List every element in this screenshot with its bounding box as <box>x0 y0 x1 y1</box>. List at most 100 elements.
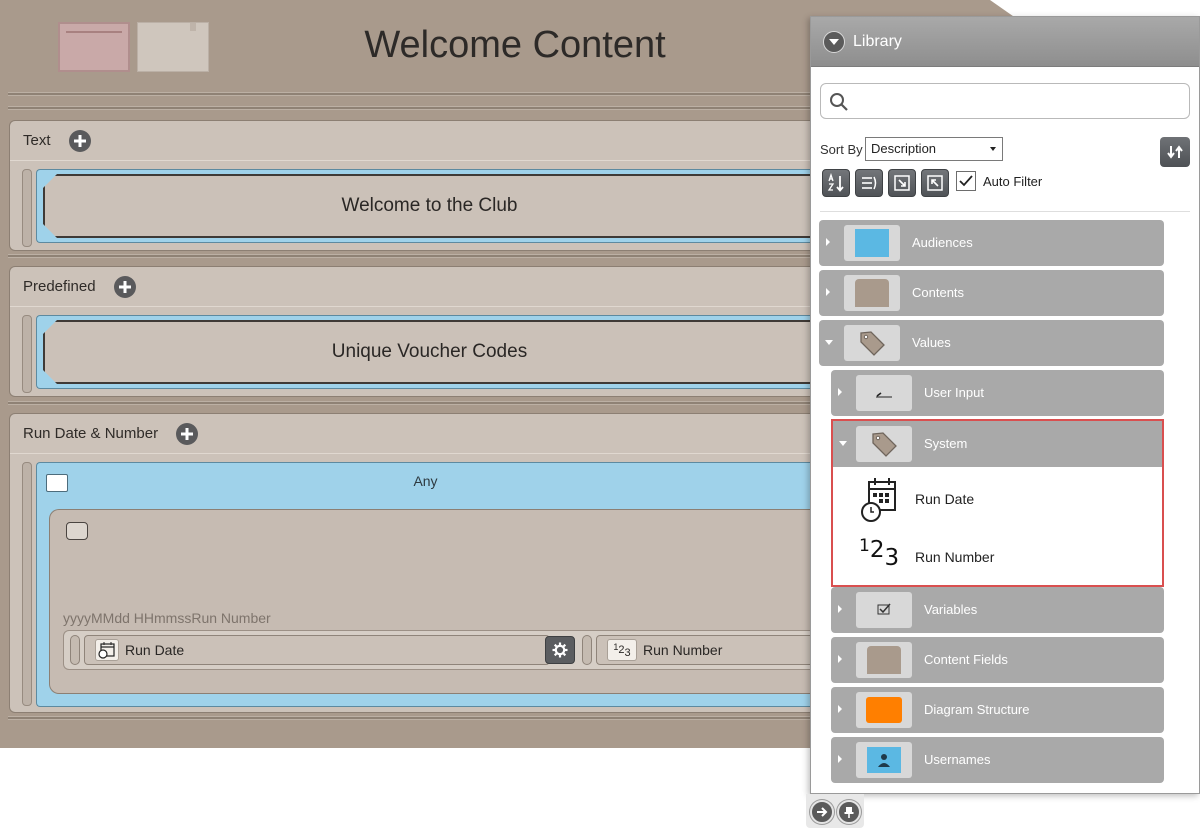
diagram-thumbnail <box>856 692 912 728</box>
pin-icon[interactable] <box>837 800 861 824</box>
add-icon[interactable] <box>113 275 136 298</box>
search-box <box>820 83 1190 119</box>
content-block[interactable]: Unique Voucher Codes <box>43 320 814 384</box>
sort-az-button[interactable] <box>822 169 850 197</box>
token-run-date[interactable]: Run Date <box>84 635 550 665</box>
add-icon[interactable] <box>68 129 91 152</box>
expand-arrow-icon[interactable] <box>838 755 842 763</box>
calendar-clock-icon <box>861 478 896 522</box>
tag-icon <box>844 325 900 361</box>
tree-label: Content Fields <box>924 652 1008 667</box>
tree-item-diagram-structure[interactable]: Diagram Structure <box>831 687 1164 733</box>
list-view-button[interactable] <box>855 169 883 197</box>
tree-item-contents[interactable]: Contents <box>819 270 1164 316</box>
tag-icon <box>856 426 912 462</box>
system-group-highlight: System Run Date 123 Run Number <box>831 419 1164 587</box>
layout-thumbnail[interactable] <box>137 22 209 72</box>
expand-arrow-icon[interactable] <box>826 238 830 246</box>
list-icon <box>862 176 877 190</box>
token-label: Run Number <box>643 642 723 658</box>
numbers-icon: 123 <box>607 639 637 661</box>
section-label: Text <box>23 132 51 149</box>
refresh-icon <box>1167 145 1183 159</box>
content-frame: Unique Voucher Codes <box>36 315 814 389</box>
numbers-icon: 123 <box>859 536 900 571</box>
layout-thumbnail-selected[interactable] <box>58 22 130 72</box>
content-field-thumbnail <box>856 642 912 678</box>
auto-filter-checkbox[interactable] <box>956 171 976 191</box>
divider <box>8 254 813 258</box>
expand-arrow-icon[interactable] <box>838 388 842 396</box>
library-title: Library <box>853 32 902 50</box>
tree-item-content-fields[interactable]: Content Fields <box>831 637 1164 683</box>
tree-label: System <box>924 436 968 451</box>
gear-icon[interactable] <box>545 636 575 664</box>
refresh-button[interactable] <box>1160 137 1190 167</box>
divider <box>820 211 1190 212</box>
tree-label: Values <box>912 335 951 350</box>
tree-item-variables[interactable]: Variables <box>831 587 1164 633</box>
content-frame: Welcome to the Club <box>36 169 814 243</box>
drag-handle[interactable] <box>22 169 32 247</box>
token-row: Run Date 12 3 Run Number <box>63 630 856 670</box>
leaf-run-date[interactable]: Run Date <box>833 471 1162 527</box>
tree-item-system[interactable]: System <box>833 421 1162 467</box>
section-header: Run Date & Number <box>10 414 814 454</box>
sort-select[interactable]: Description <box>865 137 1003 161</box>
tree-label: Variables <box>924 602 978 617</box>
tree-label: Contents <box>912 285 965 300</box>
collapse-arrow-icon[interactable] <box>825 340 833 345</box>
next-arrow-icon[interactable] <box>810 800 834 824</box>
section-run-date-number: Run Date & Number Any yyyyMMdd HHmmssRun… <box>9 413 856 713</box>
collapse-all-button[interactable] <box>921 169 949 197</box>
tree-item-audiences[interactable]: Audiences <box>819 220 1164 266</box>
content-block[interactable]: Welcome to the Club <box>43 174 814 238</box>
expand-arrow-icon[interactable] <box>838 705 842 713</box>
drag-handle[interactable] <box>22 462 32 706</box>
drag-handle[interactable] <box>22 315 32 393</box>
block-checkbox[interactable] <box>66 522 88 540</box>
divider <box>8 401 813 405</box>
expand-arrow-icon[interactable] <box>838 605 842 613</box>
section-label: Run Date & Number <box>23 425 159 442</box>
leaf-label: Run Date <box>915 491 975 507</box>
tree-item-values[interactable]: Values <box>819 320 1164 366</box>
audience-thumbnail <box>844 225 900 261</box>
content-thumbnail <box>844 275 900 311</box>
expand-icon <box>894 175 910 191</box>
checklist-icon <box>856 592 912 628</box>
collapse-arrow-icon[interactable] <box>839 441 847 446</box>
drag-handle[interactable] <box>70 635 80 665</box>
library-panel: Library Sort By Description Auto Filter … <box>810 16 1200 794</box>
sort-az-icon <box>827 173 844 192</box>
tree-label: Audiences <box>912 235 973 250</box>
format-preview: yyyyMMdd HHmmssRun Number <box>63 610 271 626</box>
library-header: Library <box>811 17 1199 67</box>
token-label: Run Date <box>125 642 185 658</box>
expand-all-button[interactable] <box>888 169 916 197</box>
collapse-icon[interactable] <box>823 30 845 53</box>
divider <box>8 92 813 96</box>
divider <box>8 716 813 720</box>
tree-label: User Input <box>924 385 984 400</box>
leaf-run-number[interactable]: 123 Run Number <box>833 529 1162 585</box>
divider <box>8 106 813 110</box>
dynamic-content-block: yyyyMMdd HHmmssRun Number Run Date 1 2 3… <box>49 509 856 694</box>
expand-arrow-icon[interactable] <box>826 288 830 296</box>
tree-item-usernames[interactable]: Usernames <box>831 737 1164 783</box>
search-input[interactable] <box>855 88 1175 114</box>
section-text: Text Welcome to the Club <box>9 120 814 251</box>
search-icon <box>830 93 848 111</box>
tree-label: Diagram Structure <box>924 702 1030 717</box>
page-title: Welcome Content <box>364 24 666 66</box>
tree-item-user-input[interactable]: User Input <box>831 370 1164 416</box>
collapse-all-icon <box>927 175 943 191</box>
sort-label: Sort By <box>820 142 863 157</box>
drag-handle[interactable] <box>582 635 592 665</box>
section-header: Text <box>10 121 814 161</box>
add-icon[interactable] <box>176 422 199 445</box>
section-label: Predefined <box>23 278 96 295</box>
expand-arrow-icon[interactable] <box>838 655 842 663</box>
auto-filter-label: Auto Filter <box>983 174 1043 189</box>
leaf-label: Run Number <box>915 549 995 565</box>
